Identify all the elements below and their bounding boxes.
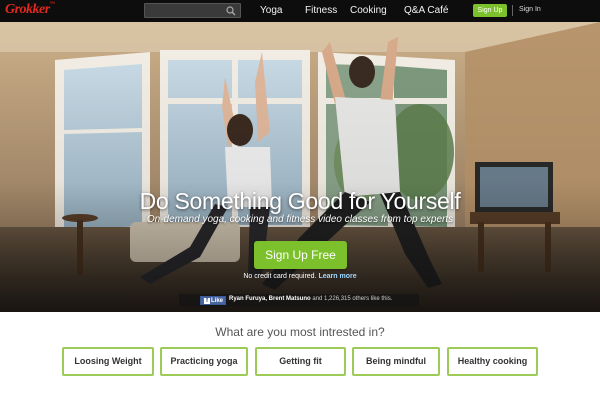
learn-more-link[interactable]: Learn more — [318, 273, 356, 280]
nav-qa-cafe[interactable]: Q&A Café — [404, 5, 448, 16]
signup-free-button[interactable]: Sign Up Free — [254, 241, 347, 269]
header-signup-button[interactable]: Sign Up — [473, 4, 507, 17]
facebook-icon: f — [204, 298, 210, 304]
facebook-like-button[interactable]: f Like — [200, 296, 226, 305]
no-credit-text: No credit card required. — [243, 273, 317, 280]
hero-title: Do Something Good for Yourself — [139, 188, 461, 214]
facebook-like-text: Ryan Furuya, Brent Matsuno and 1,226,315… — [229, 296, 393, 302]
interest-healthy-cooking-button[interactable]: Healthy cooking — [447, 347, 538, 376]
no-credit-card-note: No credit card required. Learn more — [0, 273, 600, 280]
hero-section: Do Something Good for Yourself On-demand… — [0, 22, 600, 312]
search-icon[interactable] — [226, 6, 236, 16]
interest-getting-fit-button[interactable]: Getting fit — [255, 347, 346, 376]
nav-divider — [512, 5, 513, 16]
interest-being-mindful-button[interactable]: Being mindful — [352, 347, 440, 376]
hero-subtitle: On-demand yoga, cooking and fitness vide… — [146, 214, 454, 225]
nav-yoga[interactable]: Yoga — [260, 5, 282, 16]
interests-heading: What are you most intrested in? — [215, 325, 385, 339]
grokker-logo[interactable]: Grokker™ — [5, 2, 55, 18]
top-nav: Grokker™ Yoga Fitness Cooking Q&A Café S… — [0, 0, 600, 22]
search-input[interactable] — [144, 3, 241, 18]
nav-fitness[interactable]: Fitness — [305, 5, 337, 16]
signin-link[interactable]: Sign In — [519, 6, 541, 13]
interest-loosing-weight-button[interactable]: Loosing Weight — [62, 347, 154, 376]
nav-cooking[interactable]: Cooking — [350, 5, 387, 16]
facebook-like-bar: f Like Ryan Furuya, Brent Matsuno and 1,2… — [179, 294, 419, 307]
interest-practicing-yoga-button[interactable]: Practicing yoga — [160, 347, 248, 376]
facebook-friend-names[interactable]: Ryan Furuya, Brent Matsuno — [229, 296, 311, 302]
